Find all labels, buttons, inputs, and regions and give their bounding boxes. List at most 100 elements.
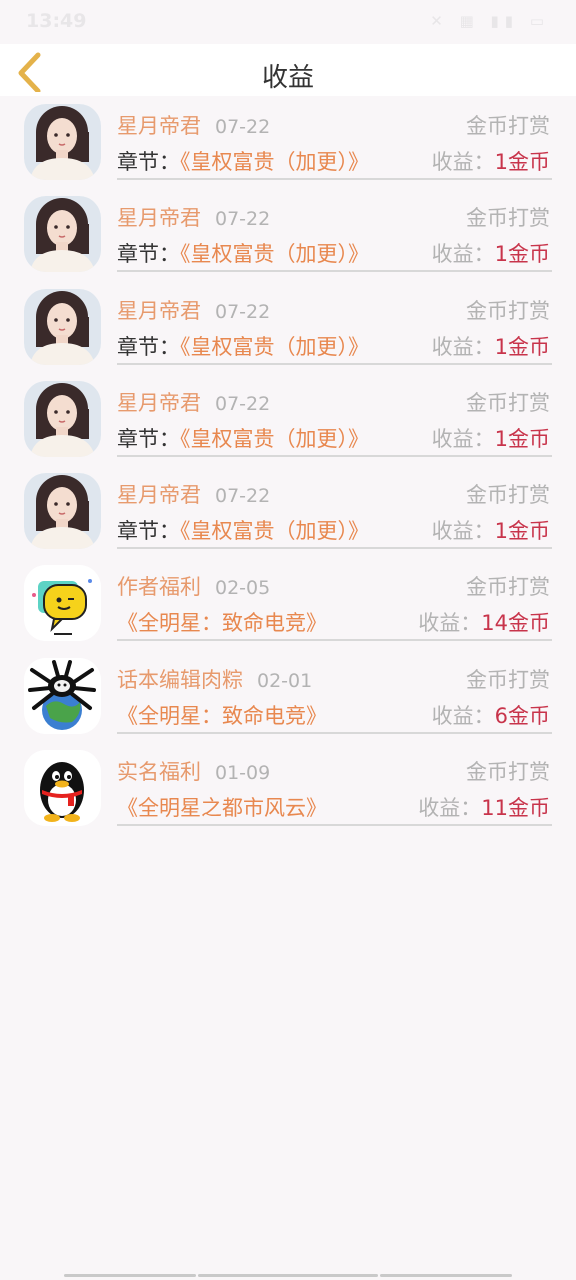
chapter-title: 《皇权富贵（加更）》 <box>180 426 369 451</box>
income-value: 14金币 <box>481 611 550 636</box>
page-title: 收益 <box>261 63 314 93</box>
list-item[interactable]: 实名福利 01-09 金币打赏《全明星之都市风云》 收益：11金币 <box>0 742 576 834</box>
sender-name: 话本编辑肉粽 02-01 <box>117 664 312 694</box>
header: 收益 <box>0 44 576 96</box>
divider <box>117 824 552 827</box>
portrait-avatar <box>24 104 101 180</box>
divider <box>117 270 552 273</box>
record-date: 02-01 <box>257 669 313 692</box>
sender-name: 作者福利 02-05 <box>117 571 270 601</box>
sender-name-text: 实名福利 <box>117 760 201 785</box>
chapter-label: 章节： <box>117 334 180 359</box>
income-info: 收益：1金币 <box>432 146 550 176</box>
reward-type: 金币打赏 <box>466 114 550 138</box>
income-info: 收益：1金币 <box>432 423 550 453</box>
divider <box>117 454 552 457</box>
income-info: 收益：1金币 <box>432 331 550 361</box>
record-date: 01-09 <box>215 762 271 785</box>
chapter-label: 章节： <box>117 519 180 544</box>
income-label: 收益： <box>431 519 495 544</box>
reward-type: 金币打赏 <box>466 390 550 415</box>
portrait-avatar <box>24 288 101 365</box>
reward-type: 金币打赏 <box>466 575 550 600</box>
income-value: 1金币 <box>494 150 550 174</box>
sender-name: 星月帝君 07-22 <box>117 295 270 325</box>
chapter-info: 章节：《皇权富贵（加更）》 <box>117 515 369 545</box>
chapter-title: 《全明星：致命电竞》 <box>117 703 327 728</box>
chapter-label: 章节： <box>117 426 180 451</box>
list-item[interactable]: 话本编辑肉粽 02-01 金币打赏 《全明星：致命电竞》 收益：6金币 <box>0 650 576 742</box>
globe-spider-avatar <box>24 657 101 734</box>
chapter-title: 《皇权富贵（加更）》 <box>180 334 369 359</box>
chapter-info: 《全明星之都市风云》 <box>117 792 327 822</box>
sender-name-text: 话本编辑肉粽 <box>117 667 243 692</box>
chapter-label: 章节： <box>117 150 180 174</box>
income-list: 星月帝君 07-22 金币打赏 章节：《皇权富贵（加更）》 收益：1金币 星月帝君 07-2… <box>0 96 576 834</box>
divider <box>117 639 552 642</box>
sender-name: 星月帝君 07-22 <box>117 387 270 417</box>
chapter-info: 章节：《皇权富贵（加更）》 <box>117 331 369 361</box>
portrait-avatar <box>24 196 101 273</box>
reward-type: 金币打赏 <box>466 483 550 508</box>
chapter-info: 《全明星：致命电竞》 <box>117 700 327 730</box>
income-value: 11金币 <box>481 796 550 821</box>
chapter-info: 《全明星：致命电竞》 <box>117 607 327 637</box>
portrait-avatar <box>24 473 101 550</box>
sender-name: 星月帝君 07-22 <box>117 202 270 232</box>
nav-indicator-right <box>380 1274 512 1277</box>
income-value: 1金币 <box>494 426 550 451</box>
chapter-title: 《皇权富贵（加更）》 <box>180 150 369 174</box>
chat-bubble-avatar <box>24 565 101 642</box>
penguin-avatar <box>24 750 101 827</box>
portrait-avatar <box>24 380 101 457</box>
income-info: 收益：6金币 <box>432 700 550 730</box>
income-value: 1金币 <box>494 519 550 544</box>
chapter-title: 《全明星：致命电竞》 <box>117 611 327 636</box>
list-item[interactable]: 星月帝君 07-22 金币打赏章节：《皇权富贵（加更）》 收益：1金币 <box>0 96 576 188</box>
sender-name-text: 星月帝君 <box>117 483 201 508</box>
income-info: 收益：1金币 <box>432 238 550 268</box>
income-label: 收益： <box>431 150 495 174</box>
sender-name: 实名福利 01-09 <box>117 756 270 786</box>
income-label: 收益： <box>431 703 495 728</box>
record-date: 07-22 <box>215 116 271 138</box>
divider <box>117 731 552 734</box>
record-date: 07-22 <box>215 392 271 415</box>
sender-name-text: 星月帝君 <box>117 114 201 138</box>
income-info: 收益：11金币 <box>418 792 550 822</box>
income-label: 收益： <box>431 242 495 267</box>
list-item[interactable]: 星月帝君 07-22 金币打赏 章节：《皇权富贵（加更）》 收益：1金币 <box>0 281 576 373</box>
income-label: 收益： <box>418 611 482 636</box>
nav-indicator-center <box>198 1274 378 1277</box>
reward-type: 金币打赏 <box>466 206 550 231</box>
chapter-label: 章节： <box>117 242 180 267</box>
record-date: 07-22 <box>215 300 271 323</box>
sender-name: 星月帝君 07-22 <box>117 110 270 140</box>
divider <box>117 547 552 550</box>
nav-indicator-left <box>64 1274 196 1277</box>
reward-type: 金币打赏 <box>466 760 550 785</box>
record-date: 02-05 <box>215 577 271 600</box>
chapter-title: 《皇权富贵（加更）》 <box>180 519 369 544</box>
chapter-title: 《全明星之都市风云》 <box>117 796 327 821</box>
sender-name-text: 星月帝君 <box>117 298 201 323</box>
income-value: 1金币 <box>494 334 550 359</box>
record-date: 07-22 <box>215 208 271 231</box>
chapter-info: 章节：《皇权富贵（加更）》 <box>117 146 369 176</box>
list-item[interactable]: 作者福利 02-05 金币打赏《全明星：致命电竞》 收益：14金币 <box>0 557 576 649</box>
income-info: 收益：1金币 <box>432 515 550 545</box>
sender-name-text: 作者福利 <box>117 575 201 600</box>
list-item[interactable]: 星月帝君 07-22 金币打赏章节：《皇权富贵（加更）》 收益：1金币 <box>0 465 576 557</box>
chapter-title: 《皇权富贵（加更）》 <box>180 242 369 267</box>
list-item[interactable]: 星月帝君 07-22 金币打赏章节：《皇权富贵（加更）》 收益：1金币 <box>0 373 576 465</box>
income-label: 收益： <box>431 426 495 451</box>
income-info: 收益：14金币 <box>418 607 550 637</box>
status-bar: 13:49 ✕ ▦ ▮▮ ▭ <box>0 0 576 44</box>
record-date: 07-22 <box>215 485 271 508</box>
divider <box>117 178 552 180</box>
status-icons: ✕ ▦ ▮▮ ▭ <box>430 12 550 30</box>
sender-name-text: 星月帝君 <box>117 206 201 231</box>
sender-name: 星月帝君 07-22 <box>117 479 270 509</box>
income-value: 1金币 <box>494 242 550 267</box>
list-item[interactable]: 星月帝君 07-22 金币打赏章节：《皇权富贵（加更）》 收益：1金币 <box>0 188 576 280</box>
